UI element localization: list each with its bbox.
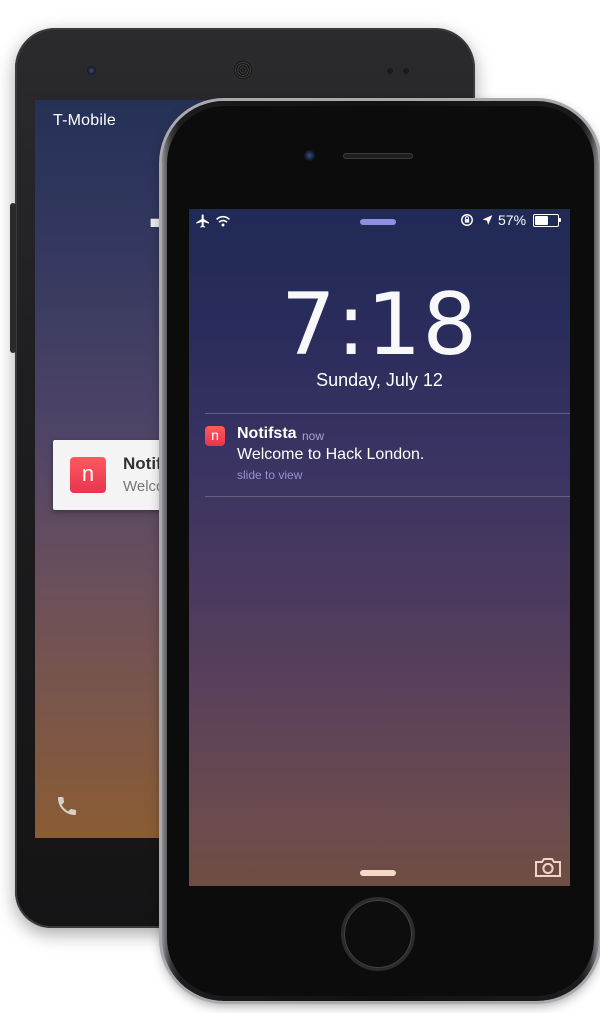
android-notification-text: Welco (123, 478, 165, 495)
lock-time: 7:18 (280, 275, 479, 375)
iphone-speaker (343, 153, 413, 159)
notification-message: Welcome to Hack London. (237, 446, 425, 463)
divider (205, 413, 570, 414)
iphone: 57% 7:18 Sunday, July 12 n Notifsta now … (162, 101, 599, 1001)
android-sensor (387, 68, 393, 74)
airplane-icon (196, 214, 209, 228)
battery-icon (533, 214, 559, 227)
android-front-camera (87, 66, 96, 75)
android-speaker (231, 58, 255, 82)
battery-percent: 57% (498, 212, 527, 228)
slide-to-view[interactable]: slide to view (237, 468, 302, 482)
phone-icon[interactable] (55, 794, 79, 818)
android-notification-title: Notif (123, 454, 162, 473)
battery-level (535, 216, 548, 225)
status-bar: 57% (189, 209, 570, 233)
iphone-lock-screen: 57% 7:18 Sunday, July 12 n Notifsta now … (189, 209, 570, 886)
camera-icon[interactable] (533, 855, 563, 879)
location-arrow-icon (482, 215, 493, 225)
android-sensor (403, 68, 409, 74)
app-icon: n (205, 426, 225, 446)
lock-date: Sunday, July 12 (316, 370, 443, 390)
wifi-icon (216, 215, 230, 227)
home-button[interactable] (344, 900, 412, 968)
control-center-grabber[interactable] (360, 870, 396, 876)
notification-center-grabber[interactable] (360, 219, 396, 225)
android-carrier: T-Mobile (53, 112, 116, 129)
app-icon: n (70, 457, 106, 493)
rotation-lock-icon (461, 214, 473, 226)
battery-tip (559, 218, 561, 222)
notification-app-name: Notifsta (237, 425, 297, 442)
divider (205, 496, 570, 497)
notification-time: now (302, 429, 325, 443)
android-side-button (10, 203, 16, 353)
iphone-front-camera (304, 150, 315, 161)
